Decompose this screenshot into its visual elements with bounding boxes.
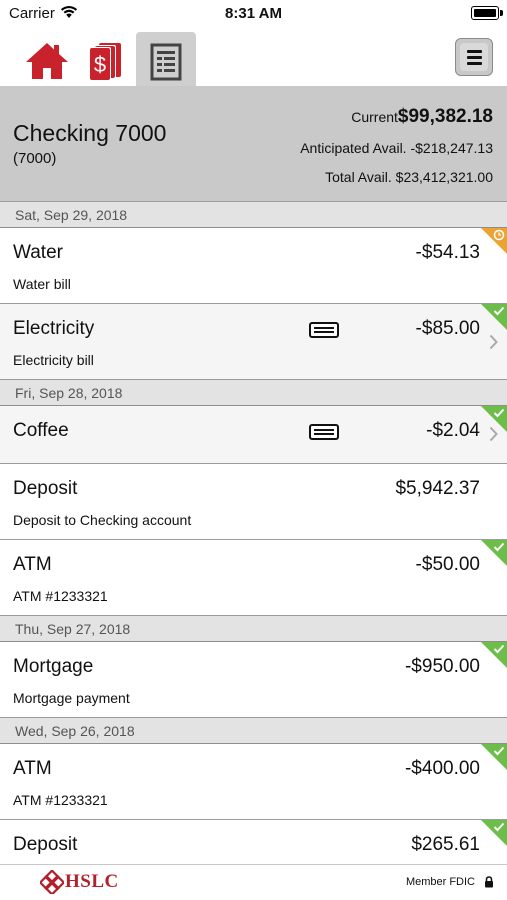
lock-icon (485, 876, 493, 888)
transaction-row-coffee[interactable]: Coffee -$2.04 (0, 406, 507, 464)
transaction-description: ATM #1233321 (13, 792, 108, 808)
date-header: Sat, Sep 29, 2018 (0, 202, 507, 228)
transaction-amount: $5,942.37 (395, 478, 480, 499)
account-name: Checking 7000 (13, 120, 167, 146)
checkmark-icon (493, 306, 505, 316)
tab-transfers[interactable]: $ (75, 32, 135, 86)
checkmark-icon (493, 746, 505, 756)
transaction-amount: $265.61 (411, 834, 480, 855)
card-icon (309, 322, 339, 338)
checkmark-icon (493, 644, 505, 654)
current-balance-value: $99,382.18 (397, 106, 493, 127)
card-icon (309, 424, 339, 440)
transaction-row-atm[interactable]: ATM ATM #1233321 -$50.00 (0, 540, 507, 616)
transaction-name: Mortgage (13, 656, 94, 677)
transaction-amount: -$50.00 (415, 554, 480, 575)
transaction-row-mortgage[interactable]: Mortgage Mortgage payment -$950.00 (0, 642, 507, 718)
transaction-name: Coffee (13, 420, 69, 441)
transaction-row-deposit[interactable]: Deposit $265.61 (0, 820, 507, 864)
transaction-name: Electricity (13, 318, 95, 339)
total-balance-label: Total Avail. (325, 169, 392, 185)
checkmark-icon (493, 822, 505, 832)
transaction-description: Mortgage payment (13, 690, 130, 706)
anticipated-balance-value: -$218,247.13 (410, 140, 493, 156)
transaction-name: ATM (13, 758, 52, 779)
hamburger-icon (460, 43, 488, 71)
transaction-amount: -$400.00 (404, 758, 480, 779)
status-bar: Carrier 8:31 AM (0, 0, 507, 28)
total-balance: Total Avail. $23,412,321.00 (325, 169, 493, 185)
date-header: Wed, Sep 26, 2018 (0, 718, 507, 744)
transaction-description: ATM #1233321 (13, 588, 108, 604)
transaction-list[interactable]: Sat, Sep 29, 2018 Water Water bill -$54.… (0, 202, 507, 864)
transaction-name: ATM (13, 554, 52, 575)
transaction-name: Deposit (13, 478, 78, 499)
transaction-description: Water bill (13, 276, 71, 292)
transaction-amount: -$85.00 (415, 318, 480, 339)
account-number: (7000) (13, 150, 57, 167)
menu-button[interactable] (455, 38, 493, 76)
home-icon (26, 43, 68, 79)
checkmark-icon (493, 542, 505, 552)
transaction-name: Water (13, 242, 63, 263)
checkmark-icon (493, 408, 505, 418)
battery-icon (471, 6, 503, 20)
anticipated-balance-label: Anticipated Avail. (300, 140, 407, 156)
transaction-description: Deposit to Checking account (13, 512, 192, 528)
current-balance-label: Current (351, 109, 398, 125)
transaction-row-deposit[interactable]: Deposit Deposit to Checking account $5,9… (0, 464, 507, 540)
date-header: Fri, Sep 28, 2018 (0, 380, 507, 406)
chevron-right-icon (489, 334, 498, 350)
tab-bar: $ (0, 28, 507, 86)
transaction-amount: -$54.13 (415, 242, 480, 263)
transaction-description: Electricity bill (13, 352, 94, 368)
total-balance-value: $23,412,321.00 (395, 169, 493, 185)
account-summary: Checking 7000 (7000) Current$99,382.18 A… (0, 86, 507, 202)
statement-icon (150, 43, 182, 81)
hslc-logo-icon (40, 870, 64, 894)
svg-text:$: $ (94, 52, 106, 77)
date-header: Thu, Sep 27, 2018 (0, 616, 507, 642)
clock: 8:31 AM (225, 5, 282, 22)
clock-icon (493, 229, 505, 241)
transaction-row-atm[interactable]: ATM ATM #1233321 -$400.00 (0, 744, 507, 820)
brand-name: HSLC (65, 871, 119, 892)
transaction-row-water[interactable]: Water Water bill -$54.13 (0, 228, 507, 304)
tab-home[interactable] (14, 32, 74, 86)
transaction-name: Deposit (13, 834, 78, 855)
transfer-money-icon: $ (89, 43, 121, 81)
transaction-row-electricity[interactable]: Electricity Electricity bill -$85.00 (0, 304, 507, 380)
transaction-amount: -$2.04 (426, 420, 480, 441)
transaction-amount: -$950.00 (404, 656, 480, 677)
anticipated-balance: Anticipated Avail. -$218,247.13 (300, 140, 493, 156)
current-balance: Current$99,382.18 (351, 106, 493, 128)
tab-transactions[interactable] (136, 32, 196, 86)
member-fdic-label: Member FDIC (405, 876, 475, 888)
footer: HSLC Member FDIC (0, 864, 507, 900)
